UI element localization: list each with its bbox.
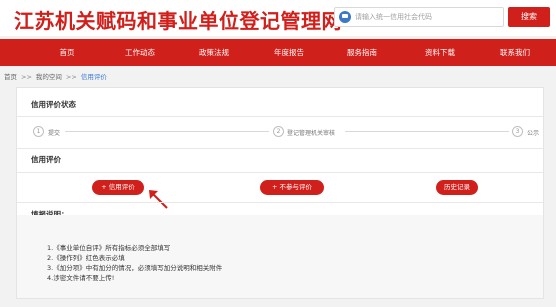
step-2-label: 登记管理机关审核 [287,130,336,137]
breadcrumb: 首页 >> 我的空间 >> 信用评价 [4,71,107,81]
note-line-3: 3.《加分项》中有加分的情况，必须填写加分说明和相关附件 [47,264,223,272]
evaluation-section-title: 信用评价 [31,155,61,164]
search-input[interactable] [355,9,501,25]
step-3-label: 公示 [527,130,540,137]
credit-evaluation-button[interactable]: + 信用评价 [92,180,144,195]
breadcrumb-separator: >> [65,73,77,81]
site-title[interactable]: 江苏机关赋码和事业单位登记管理网 [14,5,342,34]
divider [17,202,543,203]
search-icon [339,11,351,23]
step-2-circle: 2 [273,126,284,137]
divider [17,148,543,149]
site-header: 江苏机关赋码和事业单位登记管理网 搜索 [0,0,556,36]
status-section-title: 信用评价状态 [31,100,76,109]
note-line-1: 1.《事业单位自评》所有指标必须全部填写 [47,244,171,252]
search-button[interactable]: 搜索 [508,7,550,27]
breadcrumb-home[interactable]: 首页 [4,73,17,81]
nav-home[interactable]: 首页 [60,39,75,66]
breadcrumb-my-space[interactable]: 我的空间 [36,73,62,81]
step-connector [65,131,269,132]
breadcrumb-separator: >> [21,73,32,81]
step-3-circle: 3 [512,126,523,137]
nav-annual-report[interactable]: 年度报告 [274,39,304,66]
breadcrumb-current[interactable]: 信用评价 [81,73,107,81]
step-connector [345,131,509,132]
notes-box: 1.《事业单位自评》所有指标必须全部填写 2.《操作列》红色表示必填 3.《加分… [17,215,543,298]
nav-contact[interactable]: 联系我们 [500,39,530,66]
divider [17,116,543,117]
main-nav: 首页 工作动态 政策法规 年度报告 服务指南 资料下载 联系我们 [0,39,556,66]
note-line-4: 4.涉密文件请不要上传! [47,274,115,282]
main-panel: 信用评价状态 1 提交 2 登记管理机关审核 3 公示 信用评价 + 信用评价 … [16,87,544,299]
nav-downloads[interactable]: 资料下载 [425,39,455,66]
divider [17,172,543,173]
step-1-circle: 1 [33,126,44,137]
not-participate-button[interactable]: + 不参与评价 [260,180,324,195]
nav-policies[interactable]: 政策法规 [199,39,229,66]
step-1-label: 提交 [48,130,61,137]
history-button[interactable]: 历史记录 [436,180,478,195]
annotation-arrow-icon [149,190,168,209]
search-box[interactable] [334,7,504,27]
note-line-2: 2.《操作列》红色表示必填 [47,254,125,262]
nav-work-news[interactable]: 工作动态 [125,39,155,66]
nav-service-guide[interactable]: 服务指南 [347,39,377,66]
